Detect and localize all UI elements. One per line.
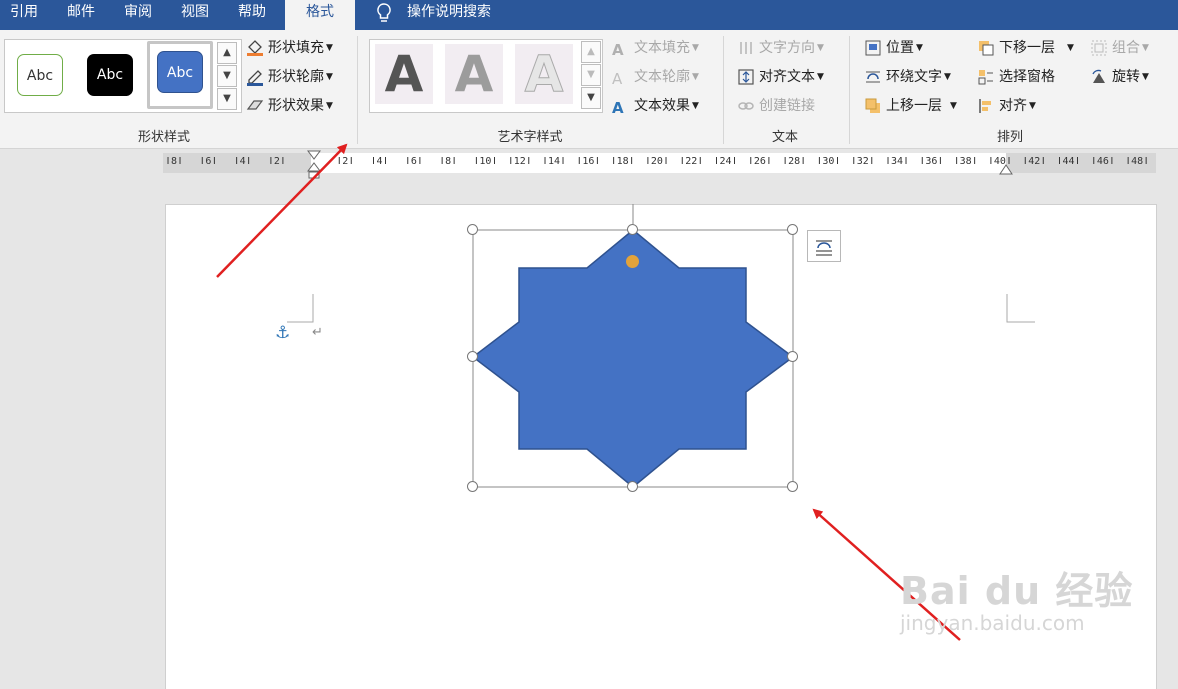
layout-options-icon	[816, 240, 832, 256]
resize-handle-bottom-right[interactable]	[787, 481, 798, 492]
eight-point-star-shape[interactable]	[471, 229, 795, 488]
layout-options-button[interactable]	[807, 230, 841, 262]
watermark: Bai du 经验 jingyan.baidu.com	[900, 560, 1133, 635]
resize-handle-bottom-left[interactable]	[467, 481, 478, 492]
resize-handle-bottom[interactable]	[627, 481, 638, 492]
resize-handle-top-left[interactable]	[467, 224, 478, 235]
adjustment-handle[interactable]	[626, 255, 639, 268]
resize-handle-left[interactable]	[467, 351, 478, 362]
resize-handle-top[interactable]	[627, 224, 638, 235]
resize-handle-top-right[interactable]	[787, 224, 798, 235]
watermark-brand: Bai du 经验	[900, 569, 1134, 613]
resize-handle-right[interactable]	[787, 351, 798, 362]
